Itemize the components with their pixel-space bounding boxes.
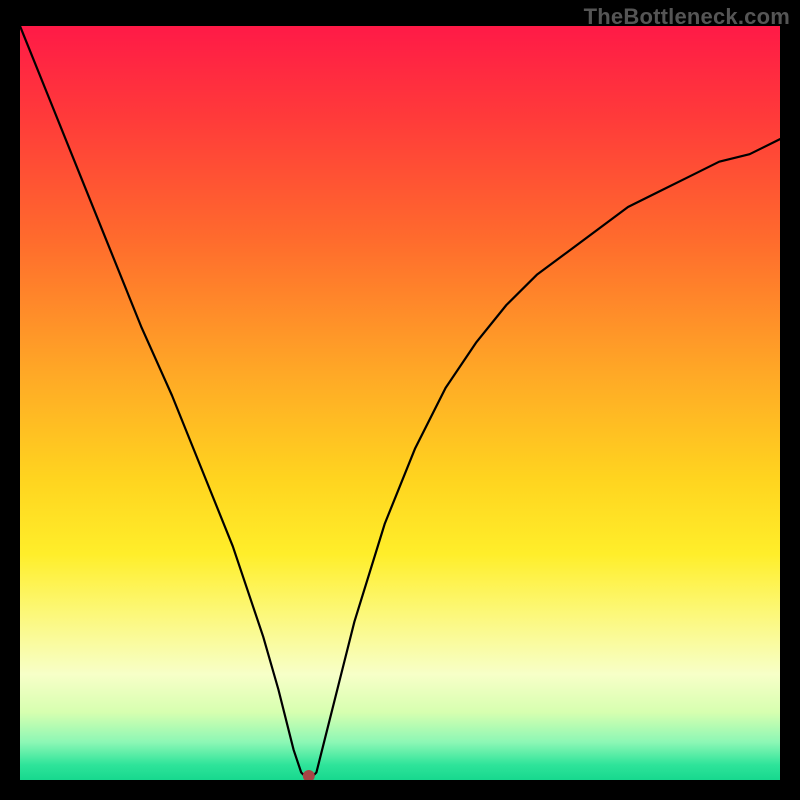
watermark-text: TheBottleneck.com: [584, 4, 790, 30]
plot-area: [20, 26, 780, 780]
chart-container: TheBottleneck.com: [0, 0, 800, 800]
optimal-point-marker: [303, 770, 315, 780]
bottleneck-curve: [20, 26, 780, 780]
